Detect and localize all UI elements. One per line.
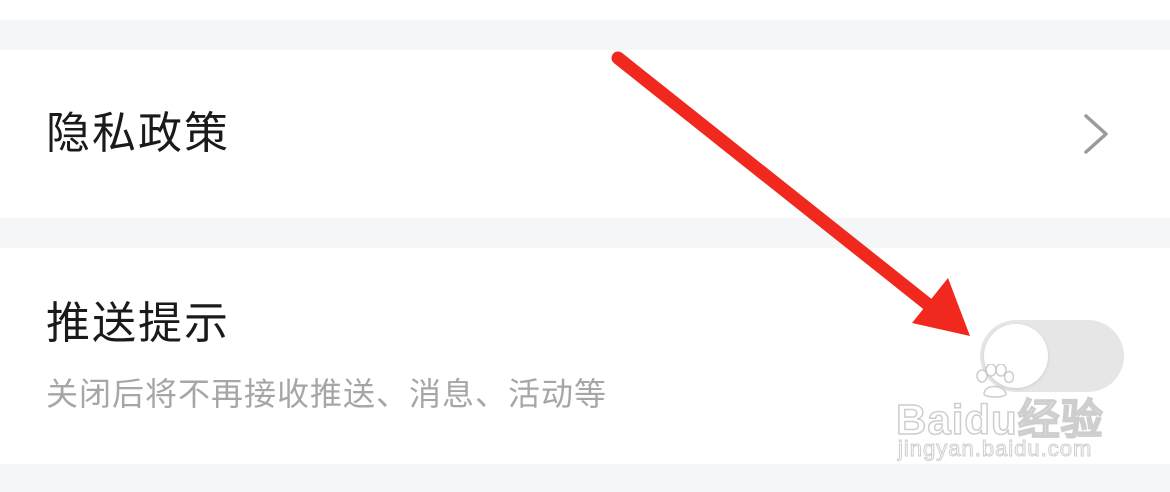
- privacy-policy-row[interactable]: 隐私政策: [0, 50, 1170, 218]
- push-notification-row: 推送提示 关闭后将不再接收推送、消息、活动等: [0, 248, 1170, 464]
- top-row-edge: [0, 0, 1170, 20]
- push-notification-toggle[interactable]: [980, 320, 1124, 392]
- chevron-right-icon: [1084, 114, 1108, 154]
- push-notification-label: 推送提示: [46, 298, 230, 349]
- push-notification-description: 关闭后将不再接收推送、消息、活动等: [46, 375, 608, 413]
- privacy-policy-label: 隐私政策: [46, 108, 230, 159]
- toggle-knob: [984, 324, 1048, 388]
